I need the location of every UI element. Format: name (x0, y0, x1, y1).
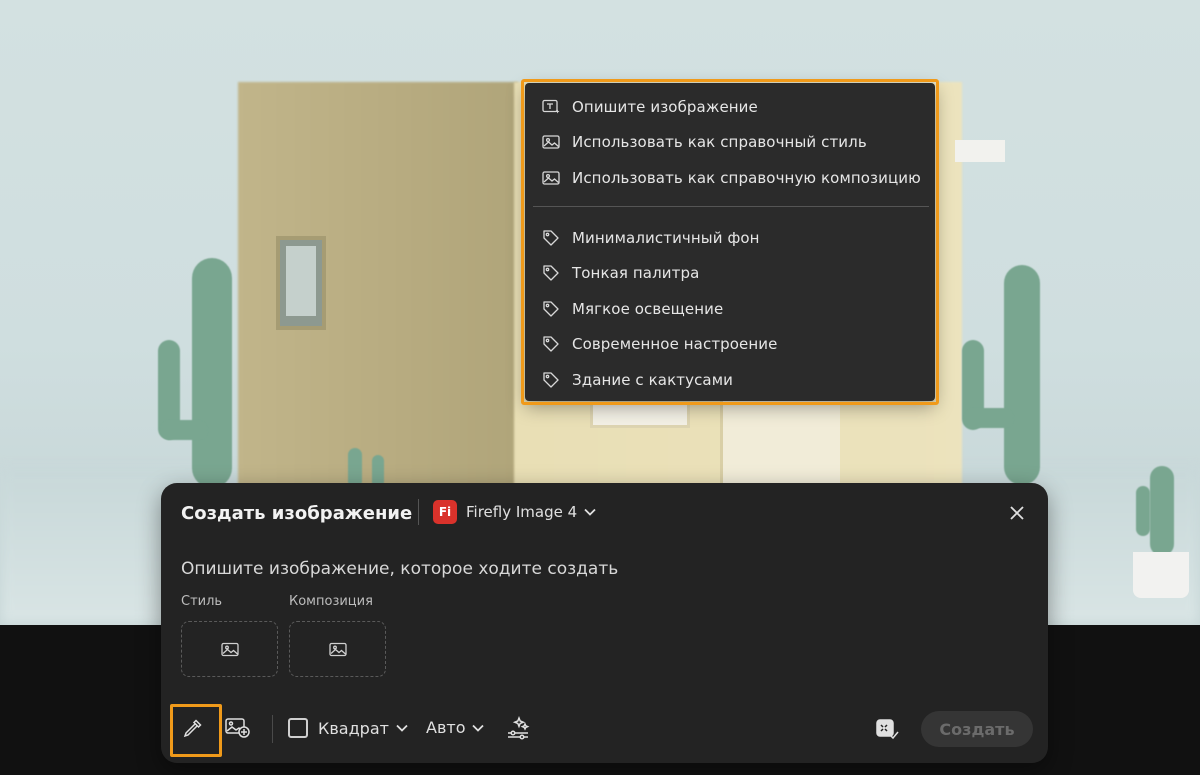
close-icon (1010, 506, 1024, 520)
scene-window (276, 236, 326, 330)
image-check-icon (876, 719, 899, 740)
chevron-down-icon (472, 724, 485, 732)
image-add-icon (225, 718, 250, 738)
scene-cactus-potted-arm (1136, 486, 1150, 536)
model-name: Firefly Image 4 (466, 503, 578, 521)
model-picker[interactable]: Fi Firefly Image 4 (433, 500, 596, 524)
firefly-logo-icon: Fi (433, 500, 457, 524)
panel-title: Создать изображение (181, 503, 413, 524)
sparkle-settings-icon (508, 716, 530, 740)
create-button[interactable]: Создать (921, 711, 1033, 747)
menu-highlight-frame (521, 79, 939, 405)
prompt-input[interactable] (181, 555, 1021, 583)
scene-cactus-right-arm-join (964, 408, 1014, 428)
scene-cactus-left (192, 258, 232, 488)
eyedropper-highlight-frame (170, 704, 222, 757)
image-icon (220, 642, 239, 656)
content-type-label: Авто (426, 718, 466, 737)
title-separator (418, 499, 419, 525)
content-type-picker[interactable]: Авто (426, 718, 485, 737)
add-image-button[interactable] (225, 717, 251, 739)
create-image-panel: Создать изображение Fi Firefly Image 4 С… (161, 483, 1048, 763)
scene-pot (1133, 552, 1189, 598)
effects-button[interactable] (505, 716, 531, 740)
image-icon (328, 642, 347, 656)
scene-ledge (955, 140, 1005, 162)
aspect-ratio-picker[interactable]: Квадрат (288, 718, 408, 738)
scene-cactus-potted (1150, 466, 1174, 556)
credits-button[interactable] (876, 719, 900, 741)
toolbar-separator (272, 715, 273, 743)
scene-cactus-left-arm-join (160, 420, 208, 440)
scene-door (720, 400, 840, 492)
composition-reference-label: Композиция (289, 594, 373, 609)
chevron-down-icon (584, 508, 596, 516)
scene-cactus-small (348, 448, 362, 488)
style-reference-upload[interactable] (181, 621, 278, 677)
aspect-ratio-label: Квадрат (318, 718, 389, 738)
square-aspect-icon (288, 718, 308, 738)
close-button[interactable] (1006, 502, 1028, 524)
style-reference-label: Стиль (181, 594, 223, 609)
scene-cactus-right (1004, 265, 1040, 485)
composition-reference-upload[interactable] (289, 621, 386, 677)
chevron-down-icon (396, 724, 408, 732)
